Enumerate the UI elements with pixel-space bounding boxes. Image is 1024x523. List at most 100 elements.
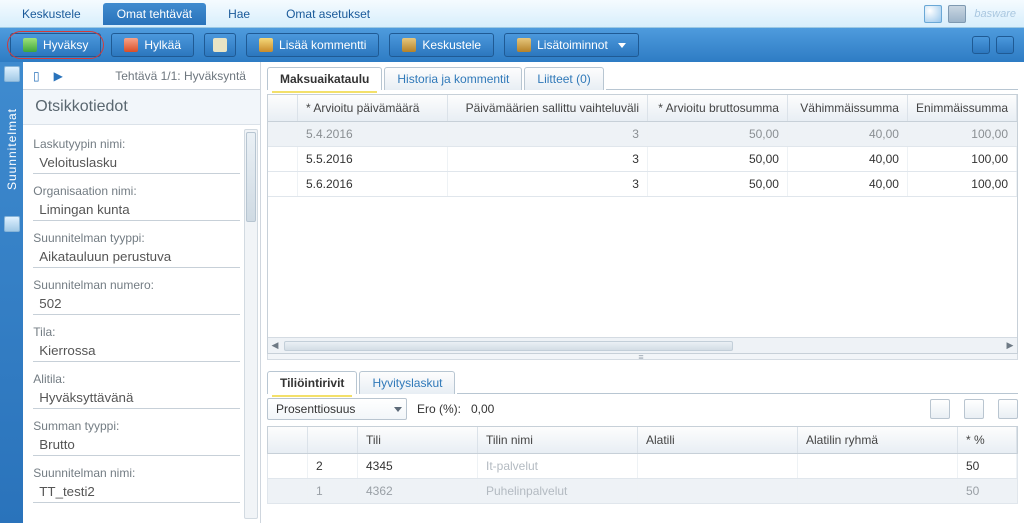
more-label: Lisätoiminnot (537, 38, 608, 52)
col-account-name[interactable]: Tilin nimi (478, 427, 638, 453)
percentage-toolbar: Prosenttiosuus Ero (%): 0,00 (267, 398, 1018, 420)
cell-subaccount-group (798, 479, 958, 503)
cell-min: 40,00 (788, 172, 908, 196)
table-row[interactable]: 5.5.2016 3 50,00 40,00 100,00 (268, 147, 1017, 172)
reject-button[interactable]: Hylkää (111, 33, 194, 57)
comment-icon (259, 38, 273, 52)
col-row-handle (268, 427, 308, 453)
tab-chat[interactable]: Keskustele (8, 3, 95, 25)
rail-plans-icon[interactable] (4, 66, 20, 82)
top-tab-bar: Keskustele Omat tehtävät Hae Omat asetuk… (0, 0, 1024, 28)
scroll-right-icon[interactable]: ▶ (1003, 340, 1017, 351)
percentage-select-value: Prosenttiosuus (276, 402, 355, 416)
discuss-button[interactable]: Keskustele (389, 33, 494, 57)
col-estimated-gross[interactable]: * Arvioitu bruttosumma (648, 95, 788, 121)
tab-payment-schedule[interactable]: Maksuaikataulu (267, 67, 382, 90)
cell-gross: 50,00 (648, 122, 788, 146)
plan-number-label: Suunnitelman numero: (33, 278, 240, 292)
col-estimated-date[interactable]: * Arvioitu päivämäärä (298, 95, 448, 121)
pin-icon (213, 38, 227, 52)
rail-secondary-icon[interactable] (4, 216, 20, 232)
layout-button-1[interactable] (972, 36, 990, 54)
upper-tabstrip: Maksuaikataulu Historia ja kommentit Lii… (267, 66, 1018, 90)
tab-search[interactable]: Hae (214, 3, 264, 25)
tab-attachments[interactable]: Liitteet (0) (524, 67, 603, 90)
brand-logo: basware (974, 8, 1016, 20)
task-list-icon[interactable]: ▯ (27, 67, 45, 85)
cell-account: 4362 (358, 479, 478, 503)
status-field[interactable] (33, 341, 240, 362)
tab-credit-notes[interactable]: Hyvityslaskut (359, 371, 455, 394)
reject-icon (124, 38, 138, 52)
table-row[interactable]: 5.4.2016 3 50,00 40,00 100,00 (268, 122, 1017, 147)
accounting-grid-header: Tili Tilin nimi Alatili Alatilin ryhmä *… (267, 426, 1018, 454)
rail-plans-label[interactable]: Suunnitelmat (5, 100, 19, 198)
col-percent[interactable]: * % (958, 427, 1017, 453)
cell-account-name: Puhelinpalvelut (478, 479, 638, 503)
cell-account: 4345 (358, 454, 478, 478)
tab-accounting-rows[interactable]: Tiliöintirivit (267, 371, 357, 394)
diff-value: 0,00 (471, 402, 494, 416)
plan-name-field[interactable] (33, 482, 240, 503)
scroll-thumb[interactable] (284, 341, 733, 351)
chat-icon (402, 38, 416, 52)
plan-type-field[interactable] (33, 247, 240, 268)
plan-name-label: Suunnitelman nimi: (33, 466, 240, 480)
chevron-down-icon (618, 43, 626, 48)
tab-history-comments[interactable]: Historia ja kommentit (384, 67, 522, 90)
sidebar-scrollbar[interactable] (244, 129, 258, 519)
cell-max: 100,00 (908, 147, 1017, 171)
cell-percent: 50 (958, 479, 1017, 503)
col-max-sum[interactable]: Enimmäissumma (908, 95, 1017, 121)
col-subaccount[interactable]: Alatili (638, 427, 798, 453)
sum-type-field[interactable] (33, 435, 240, 456)
table-row[interactable]: 5.6.2016 3 50,00 40,00 100,00 (268, 172, 1017, 197)
invoice-type-label: Laskutyypin nimi: (33, 137, 240, 151)
info-icon[interactable] (924, 5, 942, 23)
percentage-select[interactable]: Prosenttiosuus (267, 398, 407, 420)
cell-account-name: It-palvelut (478, 454, 638, 478)
settings-gear-icon[interactable] (948, 5, 966, 23)
grid-resize-handle[interactable]: ≡ (267, 354, 1018, 360)
cell-range: 3 (448, 122, 648, 146)
plan-number-field[interactable] (33, 294, 240, 315)
col-min-sum[interactable]: Vähimmäissumma (788, 95, 908, 121)
invoice-type-field[interactable] (33, 153, 240, 174)
approve-icon (23, 38, 37, 52)
cell-index: 1 (308, 479, 358, 503)
scroll-left-icon[interactable]: ◀ (268, 340, 282, 351)
add-comment-button[interactable]: Lisää kommentti (246, 33, 379, 57)
tab-my-tasks[interactable]: Omat tehtävät (103, 3, 206, 25)
substatus-field[interactable] (33, 388, 240, 409)
task-next-icon[interactable]: ▶ (49, 67, 67, 85)
layout-button-2[interactable] (996, 36, 1014, 54)
table-row[interactable]: 1 4362 Puhelinpalvelut 50 (267, 479, 1018, 504)
sum-type-label: Summan tyyppi: (33, 419, 240, 433)
pin-button[interactable] (204, 33, 236, 57)
table-row[interactable]: 2 4345 It-palvelut 50 (267, 454, 1018, 479)
left-panel: ▯ ▶ Tehtävä 1/1: Hyväksyntä Otsikkotiedo… (23, 62, 261, 523)
cell-date: 5.4.2016 (298, 122, 448, 146)
task-position-label: Tehtävä 1/1: Hyväksyntä (71, 69, 256, 83)
col-date-range[interactable]: Päivämäärien sallittu vaihteluväli (448, 95, 648, 121)
cell-subaccount-group (798, 454, 958, 478)
grid-tool-1[interactable] (930, 399, 950, 419)
status-label: Tila: (33, 325, 240, 339)
col-account[interactable]: Tili (358, 427, 478, 453)
org-field[interactable] (33, 200, 240, 221)
sidebar-scroll-thumb[interactable] (246, 132, 256, 222)
cell-gross: 50,00 (648, 147, 788, 171)
approve-button[interactable]: Hyväksy (10, 33, 101, 57)
col-index (308, 427, 358, 453)
grid-tool-3[interactable] (998, 399, 1018, 419)
more-actions-button[interactable]: Lisätoiminnot (504, 33, 639, 57)
reject-label: Hylkää (144, 38, 181, 52)
schedule-grid-header: * Arvioitu päivämäärä Päivämäärien salli… (268, 95, 1017, 122)
grid-tool-2[interactable] (964, 399, 984, 419)
org-label: Organisaation nimi: (33, 184, 240, 198)
col-subaccount-group[interactable]: Alatilin ryhmä (798, 427, 958, 453)
schedule-grid: * Arvioitu päivämäärä Päivämäärien salli… (267, 94, 1018, 354)
substatus-label: Alitila: (33, 372, 240, 386)
grid-corner (268, 95, 298, 121)
tab-my-settings[interactable]: Omat asetukset (272, 3, 384, 25)
